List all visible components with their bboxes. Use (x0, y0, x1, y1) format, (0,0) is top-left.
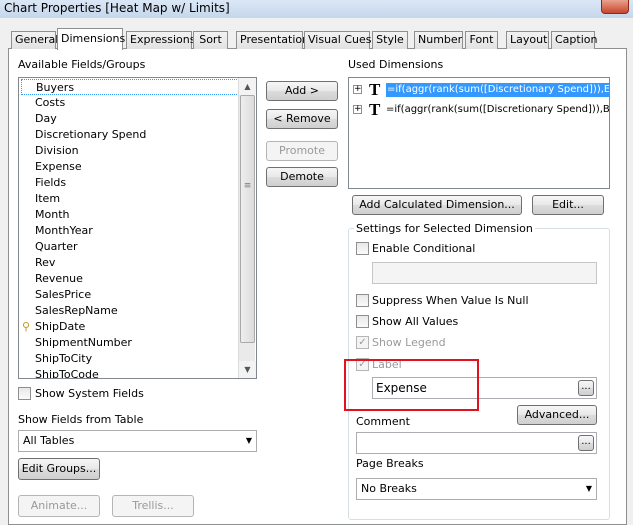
list-item[interactable]: Division (35, 143, 79, 159)
show-system-fields-label: Show System Fields (35, 387, 144, 400)
tab-expressions[interactable]: Expressions (126, 31, 195, 49)
demote-button[interactable]: Demote (266, 167, 338, 187)
tab-style[interactable]: Style (372, 31, 408, 49)
list-item[interactable]: Item (35, 191, 60, 207)
chevron-down-icon: ▼ (245, 436, 252, 445)
list-item[interactable]: MonthYear (35, 223, 93, 239)
enable-conditional-checkbox[interactable] (356, 242, 369, 255)
list-item-buyers[interactable]: Buyers (21, 79, 239, 95)
scroll-thumb[interactable]: ≡ (240, 95, 255, 343)
add-calculated-dimension-button[interactable]: Add Calculated Dimension... (352, 195, 522, 215)
available-fields-list[interactable]: Buyers Costs Day Discretionary Spend Div… (18, 77, 257, 379)
list-item[interactable]: Month (35, 207, 69, 223)
used-dimensions-list[interactable]: + T =if(aggr(rank(sum([Discretionary Spe… (348, 77, 610, 189)
scroll-down-arrow-icon[interactable]: ▼ (239, 361, 256, 378)
suppress-null-checkbox[interactable] (356, 294, 369, 307)
edit-button[interactable]: Edit... (532, 195, 604, 215)
used-dimensions-label: Used Dimensions (348, 58, 444, 71)
scroll-up-arrow-icon[interactable]: ▲ (239, 78, 256, 95)
remove-button[interactable]: < Remove (266, 109, 338, 129)
list-item[interactable]: ShipToCity (35, 351, 92, 367)
tab-presentation[interactable]: Presentation (236, 31, 309, 49)
promote-button[interactable]: Promote (266, 141, 338, 161)
dropdown-value: All Tables (23, 434, 75, 447)
show-system-fields-checkbox[interactable] (18, 387, 31, 400)
tab-general[interactable]: General (11, 31, 58, 49)
tab-number[interactable]: Number (414, 31, 463, 49)
text-type-icon: T (369, 100, 381, 119)
list-item[interactable]: Costs (35, 95, 65, 111)
window-title-bar: Chart Properties [Heat Map w/ Limits] (0, 0, 633, 18)
annotation-highlight-box (344, 359, 479, 411)
tab-dimensions[interactable]: Dimensions (57, 28, 125, 50)
condition-field[interactable] (372, 262, 597, 284)
show-legend-label: Show Legend (372, 336, 446, 349)
available-fields-label: Available Fields/Groups (18, 58, 146, 71)
expand-icon[interactable]: + (353, 105, 362, 114)
list-item-shipdate[interactable]: ShipDate (35, 319, 85, 335)
comment-ellipsis-button[interactable]: ... (578, 435, 594, 451)
advanced-button[interactable]: Advanced... (517, 405, 597, 425)
available-fields-scrollbar[interactable]: ▲ ≡ ▼ (238, 78, 256, 378)
close-button[interactable] (601, 0, 629, 14)
list-item[interactable]: Discretionary Spend (35, 127, 146, 143)
comment-label: Comment (356, 415, 410, 428)
tab-sort[interactable]: Sort (193, 31, 228, 49)
expand-icon[interactable]: + (353, 85, 362, 94)
tab-caption[interactable]: Caption (551, 31, 597, 49)
list-item[interactable]: Day (35, 111, 57, 127)
animate-button[interactable]: Animate... (18, 495, 100, 517)
show-all-values-label: Show All Values (372, 315, 459, 328)
page-breaks-label: Page Breaks (356, 457, 424, 470)
trellis-button[interactable]: Trellis... (112, 495, 194, 517)
add-button[interactable]: Add > (266, 81, 338, 101)
settings-groupbox-label: Settings for Selected Dimension (354, 222, 535, 235)
dropdown-value: No Breaks (361, 482, 417, 495)
label-ellipsis-button[interactable]: ... (578, 380, 594, 396)
list-item[interactable]: Revenue (35, 271, 83, 287)
list-item[interactable]: Expense (35, 159, 82, 175)
list-item[interactable]: ShipmentNumber (35, 335, 132, 351)
text-type-icon: T (369, 80, 381, 99)
tab-visual-cues[interactable]: Visual Cues (304, 31, 372, 49)
tab-layout[interactable]: Layout (506, 31, 549, 49)
used-dimension-expression: =if(aggr(rank(sum([Discretionary Spend])… (386, 104, 610, 115)
enable-conditional-label: Enable Conditional (372, 242, 476, 255)
show-fields-from-table-label: Show Fields from Table (18, 413, 144, 426)
window-title: Chart Properties [Heat Map w/ Limits] (4, 1, 230, 15)
comment-field[interactable] (356, 432, 597, 454)
chevron-down-icon: ▼ (585, 484, 592, 493)
used-dimension-expression: =if(aggr(rank(sum([Discretionary Spend])… (386, 83, 609, 97)
used-dimension-row-selected[interactable]: + T =if(aggr(rank(sum([Discretionary Spe… (349, 80, 609, 100)
list-item[interactable]: ShipToCode (35, 367, 99, 378)
suppress-null-label: Suppress When Value Is Null (372, 294, 529, 307)
tab-font[interactable]: Font (465, 31, 498, 49)
show-all-values-checkbox[interactable] (356, 315, 369, 328)
list-item[interactable]: Rev (35, 255, 55, 271)
list-item[interactable]: SalesPrice (35, 287, 91, 303)
edit-groups-button[interactable]: Edit Groups... (18, 458, 100, 480)
show-fields-from-table-dropdown[interactable]: All Tables ▼ (18, 430, 257, 452)
page-breaks-dropdown[interactable]: No Breaks ▼ (356, 478, 597, 500)
key-icon: ⚲ (22, 320, 31, 333)
list-item[interactable]: Fields (35, 175, 66, 191)
list-item[interactable]: SalesRepName (35, 303, 118, 319)
used-dimension-row[interactable]: + T =if(aggr(rank(sum([Discretionary Spe… (349, 100, 610, 120)
show-legend-checkbox[interactable]: ✓ (356, 336, 369, 349)
list-item[interactable]: Quarter (35, 239, 78, 255)
